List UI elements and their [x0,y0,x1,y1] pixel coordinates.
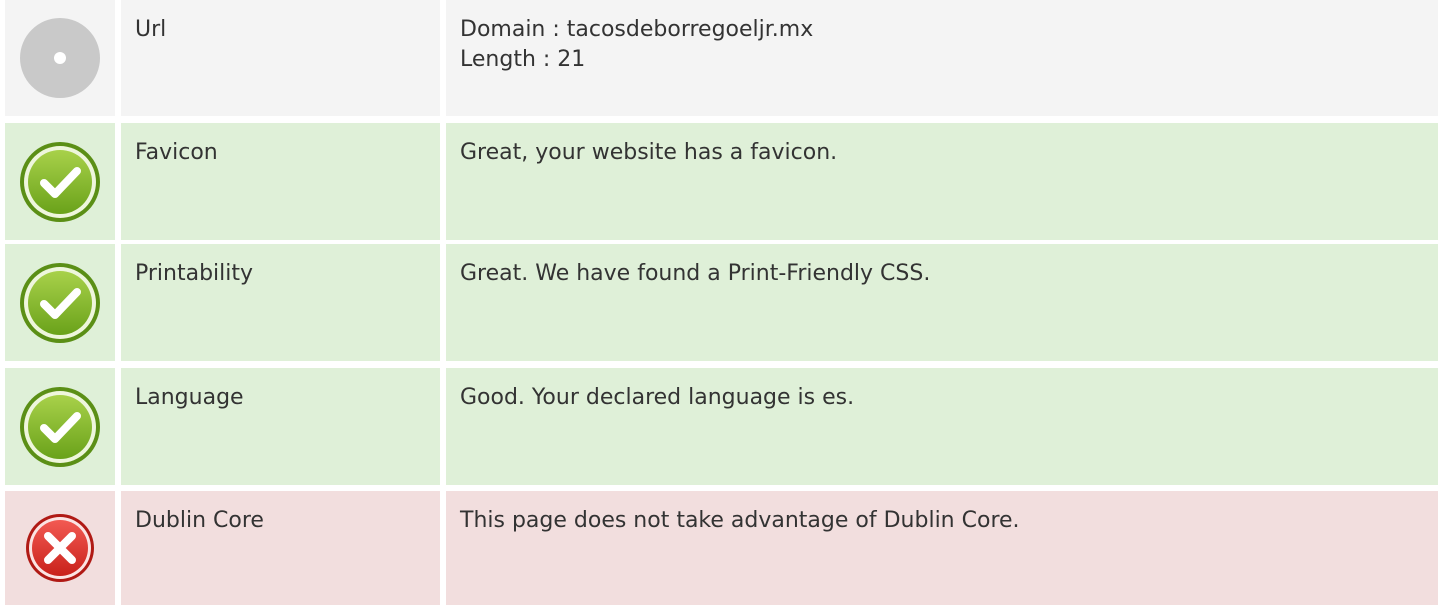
label-cell: Url [121,0,440,116]
value-cell: Great, your website has a favicon. [446,123,1438,240]
seo-check-table: Url Domain : tacosdeborregoeljr.mx Lengt… [0,0,1445,605]
icon-cell [5,123,115,240]
check-circle-icon [20,141,100,222]
icon-cell [5,491,115,605]
icon-cell [5,0,115,116]
check-value: This page does not take advantage of Dub… [460,508,1020,533]
label-cell: Printability [121,244,440,361]
domain-line: Domain : tacosdeborregoeljr.mx [460,17,814,42]
value-cell: This page does not take advantage of Dub… [446,491,1438,605]
label-cell: Language [121,368,440,485]
length-line: Length : 21 [460,47,586,72]
check-label: Printability [135,261,254,286]
icon-cell [5,244,115,361]
value-cell: Domain : tacosdeborregoeljr.mx Length : … [446,0,1438,116]
check-value: Great. We have found a Print-Friendly CS… [460,261,931,286]
icon-cell [5,368,115,485]
check-row-favicon: Favicon Great, your website has a favico… [0,123,1445,240]
value-cell: Good. Your declared language is es. [446,368,1438,485]
label-cell: Dublin Core [121,491,440,605]
check-circle-icon [20,262,100,343]
check-label: Dublin Core [135,508,264,533]
gray-circle-icon [20,18,100,98]
check-row-url: Url Domain : tacosdeborregoeljr.mx Lengt… [0,0,1445,116]
check-label: Language [135,385,244,410]
error-x-icon [26,514,94,582]
check-row-language: Language Good. Your declared language is… [0,368,1445,485]
check-value: Good. Your declared language is es. [460,385,855,410]
check-value: Domain : tacosdeborregoeljr.mx Length : … [460,15,813,75]
check-value: Great, your website has a favicon. [460,140,838,165]
check-label: Url [135,17,167,42]
check-label: Favicon [135,140,218,165]
check-row-dublin-core: Dublin Core This page does not take adva… [0,491,1445,605]
check-circle-icon [20,386,100,467]
value-cell: Great. We have found a Print-Friendly CS… [446,244,1438,361]
check-row-printability: Printability Great. We have found a Prin… [0,244,1445,361]
label-cell: Favicon [121,123,440,240]
